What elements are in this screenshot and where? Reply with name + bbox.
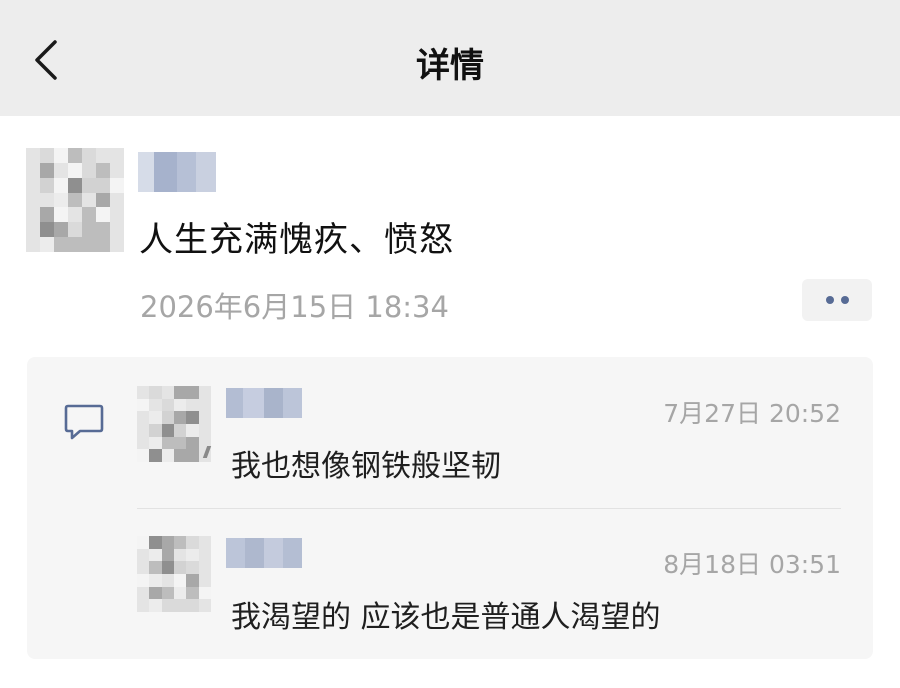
avatar[interactable]	[26, 148, 124, 252]
divider	[137, 508, 841, 509]
page-title: 详情	[416, 46, 484, 86]
top-bar: 详情	[0, 0, 900, 116]
avatar[interactable]	[137, 386, 211, 462]
comment-time: 7月27日 20:52	[663, 399, 841, 428]
comment-text: 我也想像钢铁般坚韧	[231, 449, 501, 484]
comment-author-blurred[interactable]	[226, 388, 302, 418]
comment-icon	[64, 404, 104, 440]
avatar[interactable]	[137, 536, 211, 612]
more-dots-icon	[840, 296, 849, 304]
post-text: 人生充满愧疚、愤怒	[139, 220, 454, 260]
more-dots-icon	[825, 296, 834, 304]
comment-author-blurred[interactable]	[226, 538, 302, 568]
more-button[interactable]	[802, 279, 872, 321]
comment-text: 我渴望的 应该也是普通人渴望的	[231, 600, 661, 635]
comment-time: 8月18日 03:51	[663, 550, 841, 579]
author-name-blurred[interactable]	[138, 152, 216, 192]
post-timestamp: 2026年6月15日 18:34	[140, 290, 449, 324]
